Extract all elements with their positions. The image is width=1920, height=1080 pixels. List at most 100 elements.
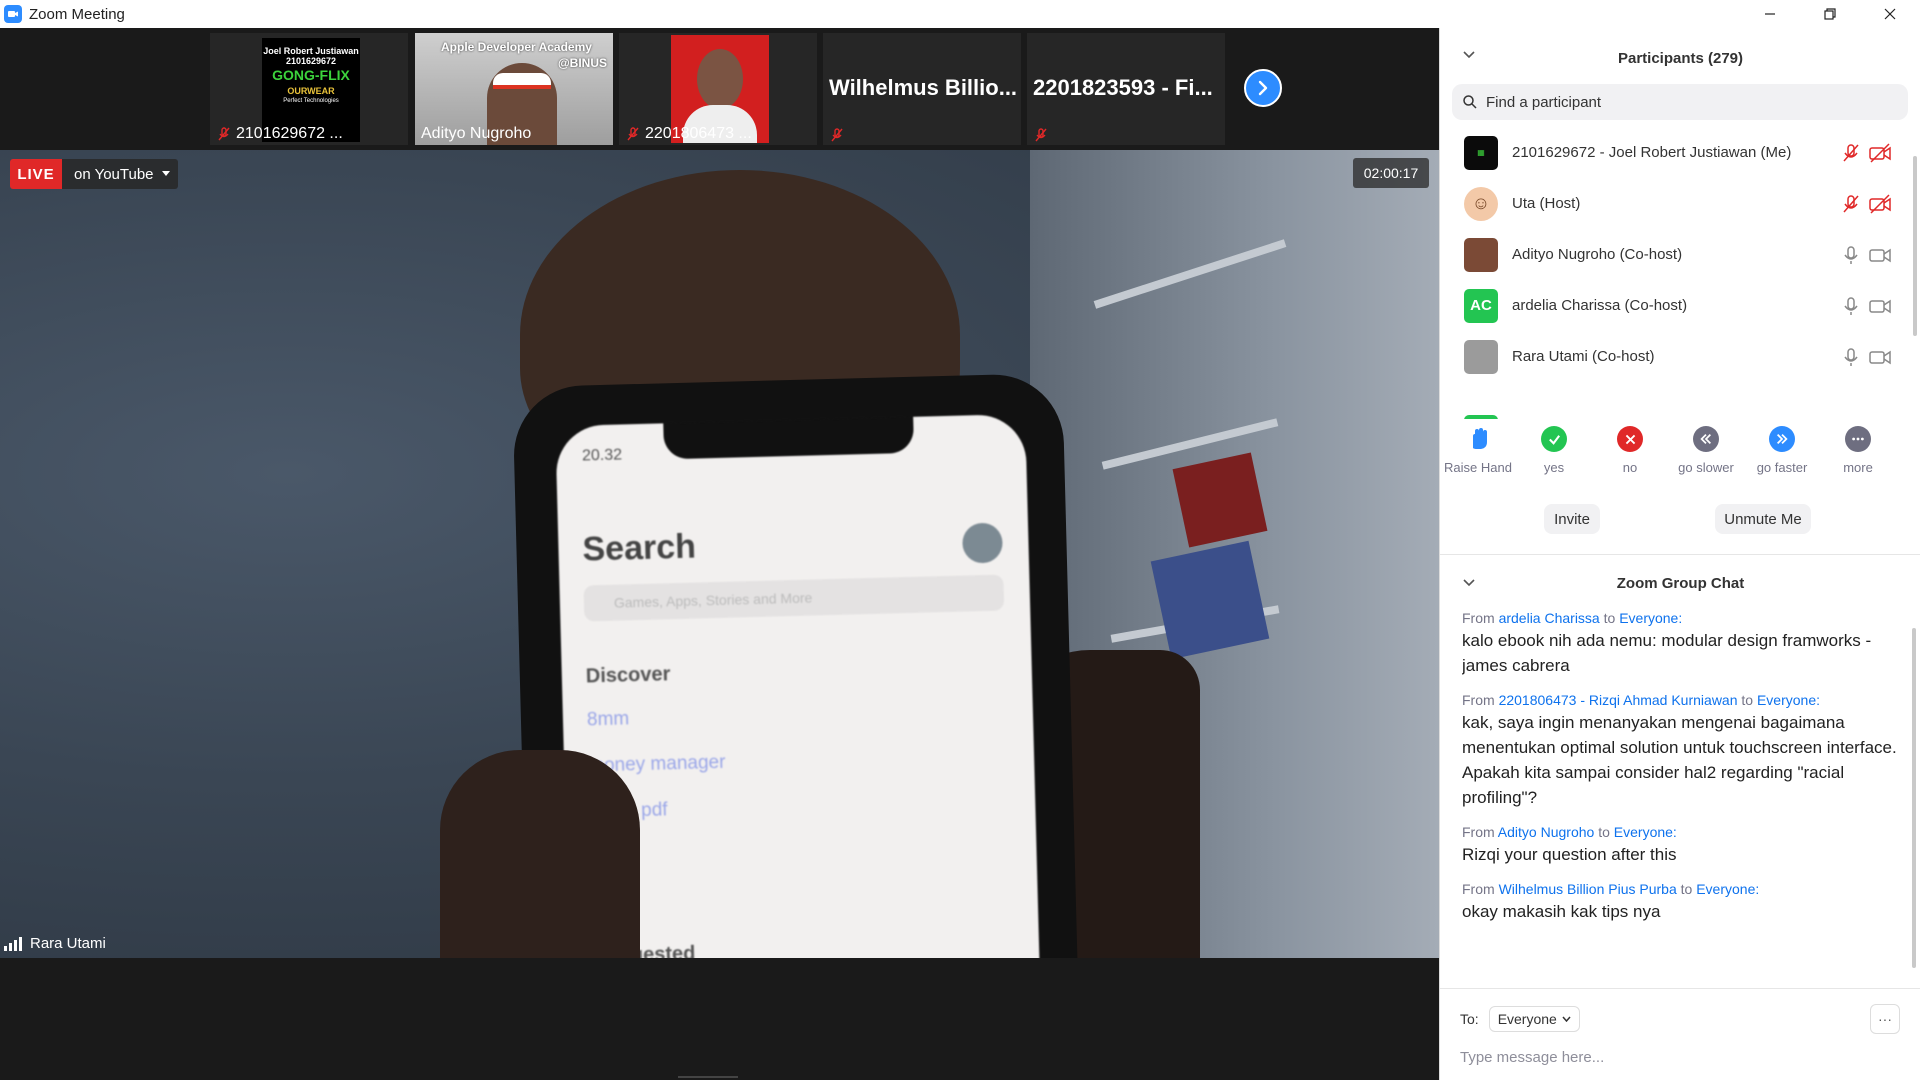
phone-avatar [961,522,1003,564]
phone-notch [663,416,915,460]
chat-more-button[interactable]: ··· [1870,1004,1900,1034]
mic-muted-icon [627,127,639,141]
reaction-label: more [1843,460,1873,475]
raise-hand-button[interactable]: Raise Hand [1440,426,1516,475]
avatar [1464,339,1498,374]
chat-message: From ardelia Charissa to Everyone: kalo … [1462,608,1902,678]
phone-recent-search: 8mm [586,708,630,731]
recipient-value: Everyone [1497,1011,1557,1027]
message-sender[interactable]: 2201806473 - Rizqi Ahmad Kurniawan [1499,692,1738,708]
poster [1150,540,1270,660]
message-text: okay makasih kak tips nya [1462,902,1661,921]
participant-thumbnail[interactable]: Joel Robert Justiawan 2101629672 GONG-FL… [210,33,408,145]
video-icon[interactable] [1868,244,1892,266]
participant-row[interactable]: Adityo Nugroho (Co-host) [1440,229,1914,280]
restore-button[interactable] [1800,0,1860,28]
video-caption: Apple Developer Academy [441,40,592,54]
recipient-row: To: Everyone [1460,1006,1580,1032]
message-sender[interactable]: ardelia Charissa [1499,610,1600,626]
toolbar-handle[interactable] [678,1076,738,1078]
participant-search-input[interactable]: Find a participant [1452,84,1908,120]
message-recipient: Everyone: [1613,824,1677,840]
participant-thumbnail[interactable]: 2201823593 - Fi... [1027,33,1225,145]
window-title: Zoom Meeting [29,5,125,23]
chat-title: Zoom Group Chat [1616,574,1745,592]
search-icon [1463,95,1477,109]
minimize-button[interactable] [1740,0,1800,28]
mic-icon[interactable] [1840,295,1862,317]
mic-muted-icon[interactable] [1840,193,1862,215]
caret-down-icon [161,171,170,176]
chat-messages: From ardelia Charissa to Everyone: kalo … [1462,608,1902,978]
from-word: From [1462,610,1495,626]
live-destination-label: on YouTube [74,165,154,183]
participant-thumbnail[interactable]: Wilhelmus Billio... [823,33,1021,145]
restore-icon [1824,8,1836,20]
participant-name: Rara Utami (Co-host) [1512,348,1655,365]
side-panel: Participants (279) Find a participant ▦ … [1439,28,1920,1080]
video-area: Joel Robert Justiawan 2101629672 GONG-FL… [0,28,1439,1080]
reaction-label: go slower [1678,460,1734,475]
participant-name: ardelia Charissa (Co-host) [1512,297,1688,314]
ellipsis-icon [1845,426,1871,452]
reaction-label: no [1622,460,1638,475]
message-sender[interactable]: Adityo Nugroho [1498,824,1595,840]
live-badge[interactable]: LIVE [10,159,62,189]
recipient-select[interactable]: Everyone [1488,1006,1580,1032]
close-button[interactable] [1860,0,1920,28]
video-off-icon[interactable] [1868,142,1892,164]
to-word: to [1603,610,1616,626]
rewind-icon [1693,426,1719,452]
live-destination-dropdown[interactable]: on YouTube [62,159,178,189]
chat-scrollbar[interactable] [1912,628,1916,968]
thumbnail-name: 2201806473 ... [625,125,752,143]
participant-list-scrollbar[interactable] [1913,156,1917,336]
card-line: OURWEAR [287,86,335,96]
message-text: Rizqi your question after this [1462,845,1677,864]
no-button[interactable]: no [1592,426,1668,475]
participant-name: 2101629672 - Joel Robert Justiawan (Me) [1512,144,1792,161]
to-label: To: [1460,1011,1479,1027]
check-icon [1541,426,1567,452]
cap-shape [493,73,551,89]
mic-icon[interactable] [1840,244,1862,266]
poster [1172,452,1268,548]
thumbnail-name: Adityo Nugroho [421,125,531,143]
phone-time: 20.32 [581,446,623,465]
participant-row[interactable]: Rara Utami (Co-host) [1440,331,1914,382]
mic-muted-icon[interactable] [1840,142,1862,164]
signal-strength-icon [4,936,22,951]
participant-thumbnail[interactable]: Apple Developer Academy @BINUS Adityo Nu… [415,33,613,145]
invite-button[interactable]: Invite [1544,504,1600,534]
avatar: ▦ [1464,135,1498,170]
video-icon[interactable] [1868,346,1892,368]
thumbnail-name: 2101629672 ... [216,125,343,143]
video-off-icon[interactable] [1868,193,1892,215]
message-header: From ardelia Charissa to Everyone: [1462,608,1902,628]
next-page-button[interactable] [1244,69,1282,107]
card-line: Joel Robert Justiawan [263,46,359,56]
from-word: From [1462,881,1495,897]
mic-icon[interactable] [1840,346,1862,368]
message-sender[interactable]: Wilhelmus Billion Pius Purba [1499,881,1677,897]
more-reactions-button[interactable]: more [1820,426,1896,475]
close-icon [1884,8,1896,20]
panel-divider [1440,554,1920,555]
participant-row[interactable]: AC ardelia Charissa (Co-host) [1440,280,1914,331]
unmute-me-button[interactable]: Unmute Me [1715,504,1811,534]
thumbnail-label: 2201823593 - Fi... [1033,75,1213,100]
yes-button[interactable]: yes [1516,426,1592,475]
chat-message-input[interactable] [1460,1044,1900,1070]
avatar [1464,415,1498,419]
go-faster-button[interactable]: go faster [1744,426,1820,475]
go-slower-button[interactable]: go slower [1668,426,1744,475]
message-recipient: Everyone: [1756,692,1821,708]
thumbnail-name [1033,127,1049,143]
video-caption: @BINUS [557,56,607,70]
participant-thumbnail[interactable]: 2201806473 ... [619,33,817,145]
participant-row[interactable]: ☺ Uta (Host) [1440,178,1914,229]
participant-row[interactable]: ▦ 2101629672 - Joel Robert Justiawan (Me… [1440,127,1914,178]
mic-muted-icon [218,127,230,141]
video-icon[interactable] [1868,295,1892,317]
participant-list: ▦ 2101629672 - Joel Robert Justiawan (Me… [1440,127,1914,419]
